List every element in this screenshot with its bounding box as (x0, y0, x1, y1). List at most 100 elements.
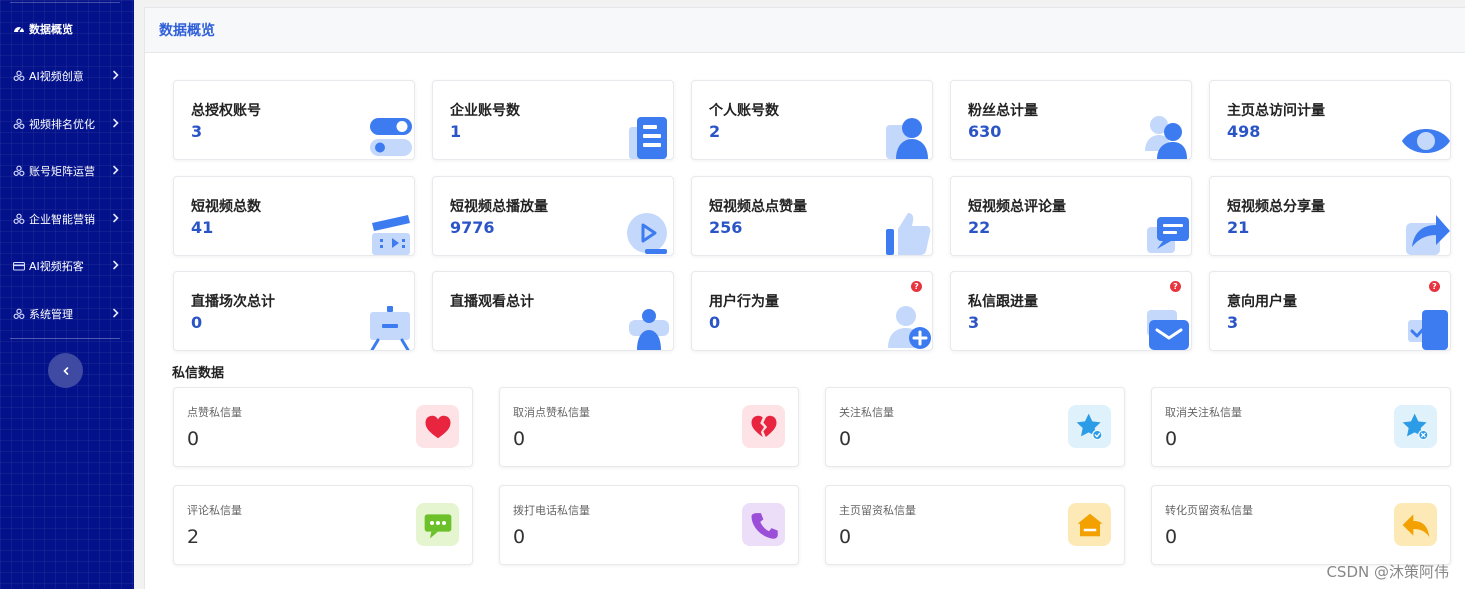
message-card: 取消关注私信量 0 (1151, 387, 1451, 467)
stat-card: 直播观看总计 (432, 271, 674, 351)
stat-card: 短视频总数 41 (173, 176, 415, 256)
clapperboard-icon (366, 207, 414, 255)
message-label: 取消点赞私信量 (513, 406, 590, 419)
message-value: 0 (1165, 526, 1178, 548)
card-icon (12, 260, 25, 273)
sidebar-item-2[interactable]: 视频排名优化 (0, 109, 134, 139)
message-label: 转化页留资私信量 (1165, 504, 1253, 517)
sidebar-item-5[interactable]: AI视频拓客 (0, 251, 134, 281)
cluster-icon (12, 70, 25, 83)
sidebar-item-label: AI视频创意 (29, 70, 84, 83)
star-remove-icon (1394, 405, 1437, 448)
message-value: 0 (513, 526, 526, 548)
stat-value: 630 (968, 122, 1002, 141)
message-card: 拨打电话私信量 0 (499, 485, 799, 565)
message-label: 评论私信量 (187, 504, 242, 517)
watermark: CSDN @沐策阿伟 (1326, 563, 1449, 581)
chevron-right-icon (112, 307, 120, 321)
reply-icon (1394, 503, 1437, 546)
message-label: 主页留资私信量 (839, 504, 916, 517)
heart-icon (416, 405, 459, 448)
message-card: 点赞私信量 0 (173, 387, 473, 467)
stat-value: 22 (968, 218, 991, 237)
stat-card: 短视频总点赞量 256 (691, 176, 933, 256)
stat-card: 直播场次总计 0 (173, 271, 415, 351)
envelope-icon (1143, 302, 1191, 350)
message-value: 0 (513, 428, 526, 450)
message-label: 关注私信量 (839, 406, 894, 419)
stat-value: 3 (1227, 313, 1239, 332)
chevron-right-icon (112, 117, 120, 131)
message-label: 取消关注私信量 (1165, 406, 1242, 419)
sidebar-collapse-button[interactable] (48, 353, 83, 388)
stat-card: 短视频总评论量 22 (950, 176, 1192, 256)
stat-label: 直播场次总计 (191, 294, 275, 310)
chevron-right-icon (112, 69, 120, 83)
stat-value: 1 (450, 122, 462, 141)
stat-label: 用户行为量 (709, 294, 779, 310)
users-icon (1143, 111, 1191, 159)
stat-label: 主页总访问计量 (1227, 103, 1325, 119)
sidebar-item-label: 企业智能营销 (29, 213, 95, 226)
message-label: 点赞私信量 (187, 406, 242, 419)
message-label: 拨打电话私信量 (513, 504, 590, 517)
stat-value: 0 (709, 313, 721, 332)
page-header: 数据概览 (145, 8, 1465, 53)
page-title: 数据概览 (159, 23, 215, 39)
stat-label: 粉丝总计量 (968, 103, 1038, 119)
sidebar: 数据概览 AI视频创意 视频排名优化 账号矩阵运营 企业智能营销 AI视频拓客 … (0, 0, 134, 589)
help-icon[interactable]: ? (1170, 281, 1181, 292)
stat-label: 意向用户量 (1227, 294, 1297, 310)
stat-value: 2 (709, 122, 721, 141)
stat-value: 0 (191, 313, 203, 332)
sidebar-item-label: 系统管理 (29, 308, 73, 321)
stat-card: 个人账号数 2 (691, 80, 933, 160)
message-card: 取消点赞私信量 0 (499, 387, 799, 467)
stat-card: 私信跟进量 3? (950, 271, 1192, 351)
easel-icon (366, 302, 414, 350)
chevron-left-icon (61, 361, 71, 380)
sidebar-top-divider (10, 2, 120, 3)
messages-section-title: 私信数据 (172, 366, 225, 381)
stat-label: 短视频总播放量 (450, 199, 548, 215)
share-icon (1402, 207, 1450, 255)
help-icon[interactable]: ? (1429, 281, 1440, 292)
cluster-icon (12, 213, 25, 226)
stat-card: 粉丝总计量 630 (950, 80, 1192, 160)
sidebar-item-3[interactable]: 账号矩阵运营 (0, 156, 134, 186)
stat-card: 意向用户量 3? (1209, 271, 1451, 351)
sidebar-item-label: 数据概览 (29, 23, 73, 36)
stat-value: 9776 (450, 218, 495, 237)
help-icon[interactable]: ? (911, 281, 922, 292)
stat-card: 短视频总播放量 9776 (432, 176, 674, 256)
message-value: 2 (187, 526, 200, 548)
star-check-icon (1068, 405, 1111, 448)
sidebar-item-1[interactable]: AI视频创意 (0, 61, 134, 91)
stat-label: 直播观看总计 (450, 294, 534, 310)
cluster-icon (12, 118, 25, 131)
sidebar-item-0[interactable]: 数据概览 (0, 14, 134, 44)
sidebar-item-label: AI视频拓客 (29, 260, 84, 273)
stat-value: 41 (191, 218, 214, 237)
sidebar-divider (10, 338, 120, 339)
stat-value: 256 (709, 218, 743, 237)
stat-value: 3 (191, 122, 203, 141)
stat-card: 短视频总分享量 21 (1209, 176, 1451, 256)
user-icon (884, 111, 932, 159)
stat-card: 总授权账号 3 (173, 80, 415, 160)
message-value: 0 (187, 428, 200, 450)
message-card: 主页留资私信量 0 (825, 485, 1125, 565)
stat-label: 短视频总点赞量 (709, 199, 807, 215)
sidebar-item-6[interactable]: 系统管理 (0, 299, 134, 329)
chevron-right-icon (112, 259, 120, 273)
chevron-right-icon (112, 212, 120, 226)
eye-icon (1402, 111, 1450, 159)
stat-card: 企业账号数 1 (432, 80, 674, 160)
home-icon (1068, 503, 1111, 546)
user-add-icon (884, 302, 932, 350)
play-icon (625, 207, 673, 255)
sidebar-item-label: 账号矩阵运营 (29, 165, 95, 178)
sidebar-item-4[interactable]: 企业智能营销 (0, 204, 134, 234)
stat-label: 私信跟进量 (968, 294, 1038, 310)
message-value: 0 (839, 428, 852, 450)
